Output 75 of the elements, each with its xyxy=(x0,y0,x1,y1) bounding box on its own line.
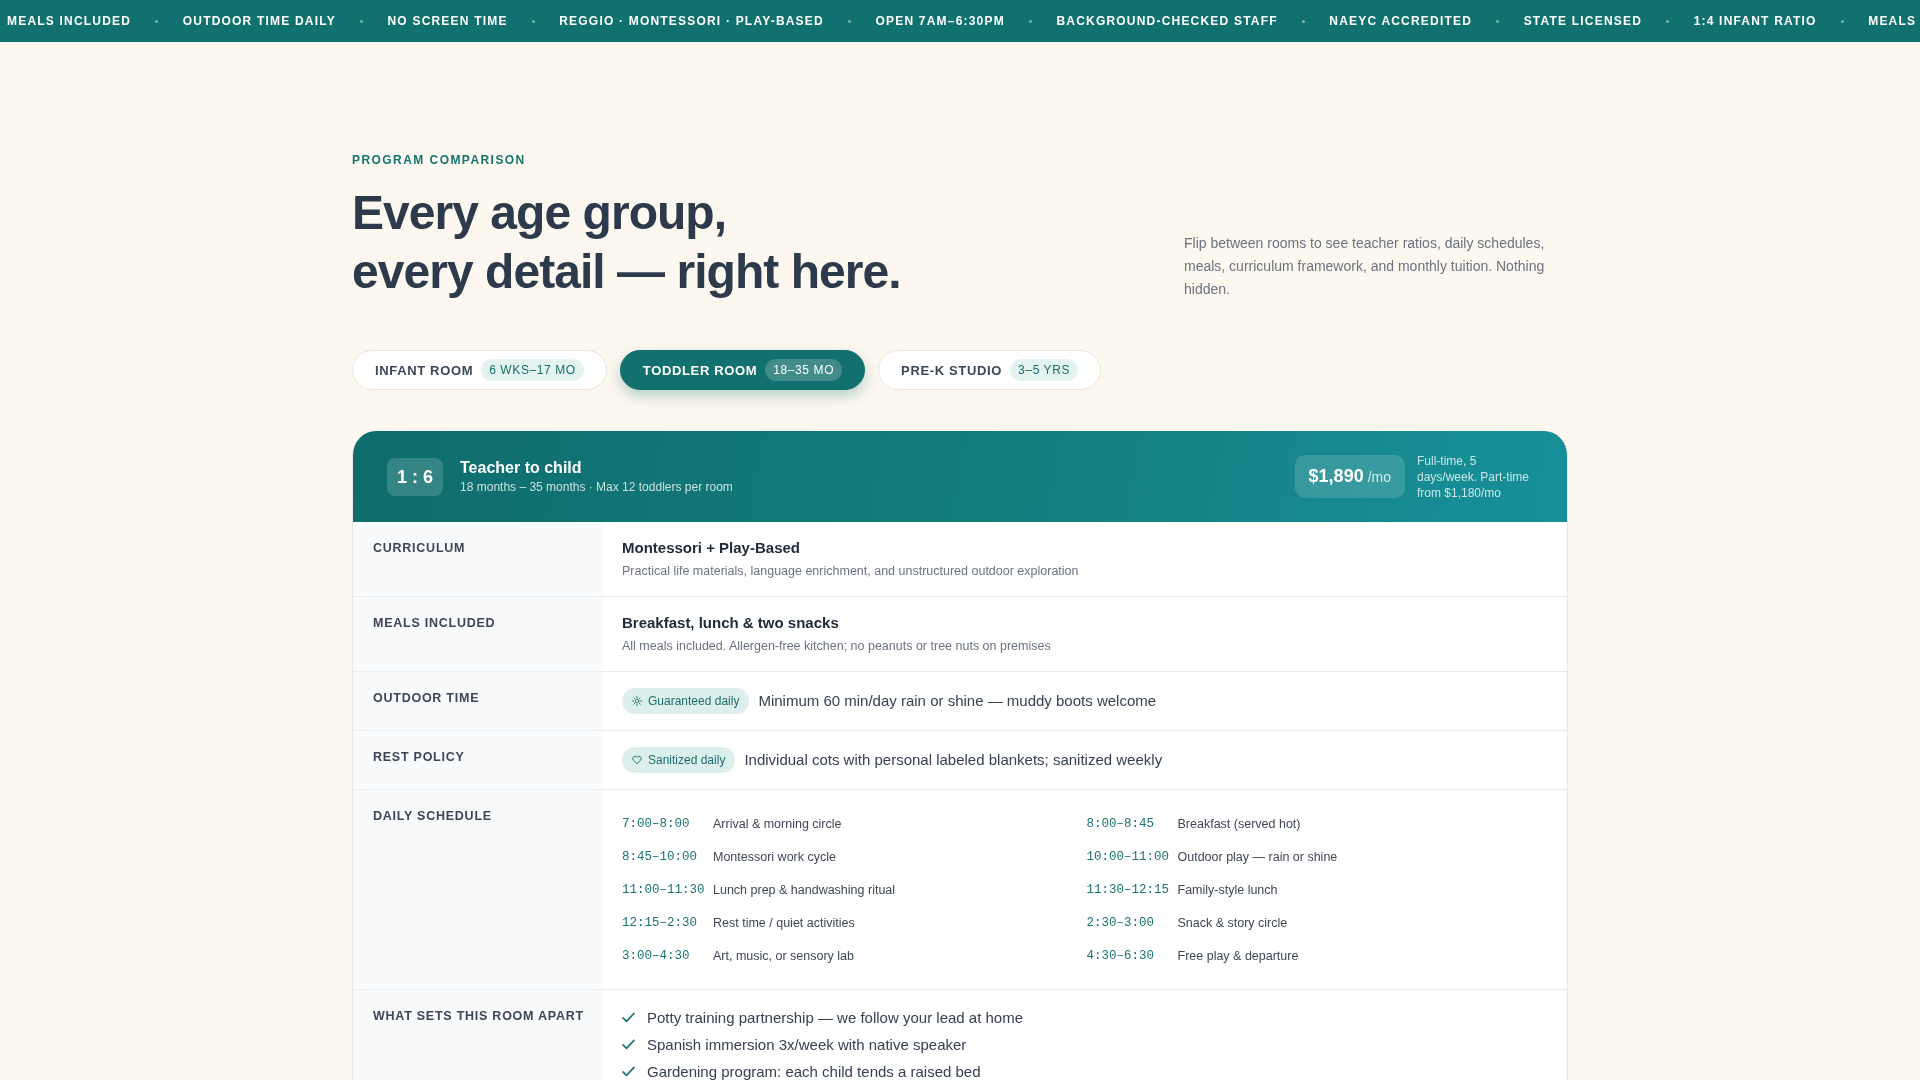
check-icon xyxy=(622,1039,635,1050)
separator-dot-icon xyxy=(1029,19,1033,23)
separator-dot-icon xyxy=(1496,19,1500,23)
schedule-time: 7:00–8:00 xyxy=(622,816,691,831)
ticker-item: REGGIO · MONTESSORI · PLAY-BASED xyxy=(559,14,824,28)
ticker-item: NAEYC ACCREDITED xyxy=(1329,14,1473,28)
schedule-activity: Lunch prep & handwashing ritual xyxy=(713,882,896,897)
row-title: Breakfast, lunch & two snacks xyxy=(622,613,840,633)
program-tab[interactable]: INFANT ROOM 6 WKS–17 MO xyxy=(352,350,607,390)
schedule-time: 2:30–3:00 xyxy=(1086,915,1155,930)
row-label: REST POLICY xyxy=(373,749,466,765)
ticker-item: OPEN 7AM–6:30PM xyxy=(875,14,1005,28)
schedule-activity: Rest time / quiet activities xyxy=(713,915,855,930)
separator-dot-icon xyxy=(848,19,852,23)
check-icon xyxy=(622,1012,635,1023)
row-label: MEALS INCLUDED xyxy=(373,615,497,631)
row-detail: Practical life materials, language enrichment, and unstructured outdoor exploration xyxy=(622,563,1080,580)
ticker-item: NO SCREEN TIME xyxy=(387,14,508,28)
row-label: DAILY SCHEDULE xyxy=(373,808,493,824)
age-badge: 18–35 MO xyxy=(765,359,843,381)
headline: Every age group, every detail — right here. xyxy=(352,185,901,300)
ticker-item: BACKGROUND-CHECKED STAFF xyxy=(1056,14,1278,28)
tag-pill: Sanitized daily xyxy=(622,747,736,773)
schedule-time: 4:30–6:30 xyxy=(1086,948,1155,963)
schedule-time: 8:45–10:00 xyxy=(622,849,698,864)
separator-dot-icon xyxy=(155,19,159,23)
ratio-detail: 18 months – 35 months · Max 12 toddlers per room xyxy=(460,480,733,495)
schedule-activity: Breakfast (served hot) xyxy=(1177,816,1301,831)
heart-icon xyxy=(632,755,642,765)
row-label: OUTDOOR TIME xyxy=(373,690,481,706)
sun-icon xyxy=(632,696,642,706)
program-tab[interactable]: PRE-K STUDIO 3–5 YRS xyxy=(878,350,1102,390)
schedule-activity: Snack & story circle xyxy=(1177,915,1288,930)
schedule-activity: Art, music, or sensory lab xyxy=(713,948,854,963)
price-badge: $1,890 /mo xyxy=(1294,455,1405,498)
schedule-time: 3:00–4:30 xyxy=(622,948,691,963)
row-text: Individual cots with personal labeled blankets; sanitized weekly xyxy=(744,750,1163,770)
price-note: Full-time, 5 days/week. Part-time from $1,180/mo xyxy=(1417,452,1531,501)
schedule-time: 10:00–11:00 xyxy=(1086,849,1170,864)
schedule-time: 8:00–8:45 xyxy=(1086,816,1155,831)
separator-dot-icon xyxy=(531,19,535,23)
row-label: CURRICULUM xyxy=(373,540,467,556)
feature-text: Potty training partnership — we follow your lead at home xyxy=(647,1010,1024,1025)
schedule-time: 11:30–12:15 xyxy=(1086,882,1170,897)
program-tab[interactable]: TODDLER ROOM 18–35 MO xyxy=(619,350,866,390)
ticker-item: OUTDOOR TIME DAILY xyxy=(182,14,336,28)
schedule-time: 12:15–2:30 xyxy=(622,915,698,930)
row-text: Minimum 60 min/day rain or shine — muddy boots welcome xyxy=(758,691,1157,711)
schedule-activity: Outdoor play — rain or shine xyxy=(1177,849,1338,864)
schedule-activity: Family-style lunch xyxy=(1177,882,1278,897)
age-badge: 3–5 YRS xyxy=(1010,359,1079,381)
tag-pill: Guaranteed daily xyxy=(622,688,750,714)
schedule-activity: Free play & departure xyxy=(1177,948,1299,963)
separator-dot-icon xyxy=(1302,19,1305,23)
section-eyebrow: PROGRAM COMPARISON xyxy=(352,153,527,167)
row-detail: All meals included. Allergen-free kitchen; no peanuts or tree nuts on premises xyxy=(622,638,1052,655)
separator-dot-icon xyxy=(360,19,364,23)
schedule-activity: Montessori work cycle xyxy=(713,849,836,864)
ticker-item: 1:4 INFANT RATIO xyxy=(1693,14,1817,28)
schedule-activity: Arrival & morning circle xyxy=(713,816,842,831)
age-badge: 6 WKS–17 MO xyxy=(481,359,584,381)
ratio-badge: 1 : 6 xyxy=(387,457,444,496)
feature-text: Spanish immersion 3x/week with native speaker xyxy=(647,1037,967,1052)
separator-dot-icon xyxy=(1666,19,1670,23)
separator-dot-icon xyxy=(1840,19,1844,23)
check-icon xyxy=(622,1066,635,1077)
ticker-item: STATE LICENSED xyxy=(1523,14,1643,28)
row-title: Montessori + Play-Based xyxy=(622,538,801,558)
feature-text: Gardening program: each child tends a raised bed xyxy=(647,1064,981,1079)
ticker-item: MEALS xyxy=(1868,14,1917,28)
ticker-item: MEALS INCLUDED xyxy=(7,14,132,28)
intro-text: Flip between rooms to see teacher ratios, daily schedules, meals, curriculum framework, and monthly tuition. Nothing hidden. xyxy=(1184,234,1546,299)
row-label: WHAT SETS THIS ROOM APART xyxy=(373,1008,584,1024)
schedule-time: 11:00–11:30 xyxy=(622,882,706,897)
ratio-title: Teacher to child xyxy=(460,458,583,478)
